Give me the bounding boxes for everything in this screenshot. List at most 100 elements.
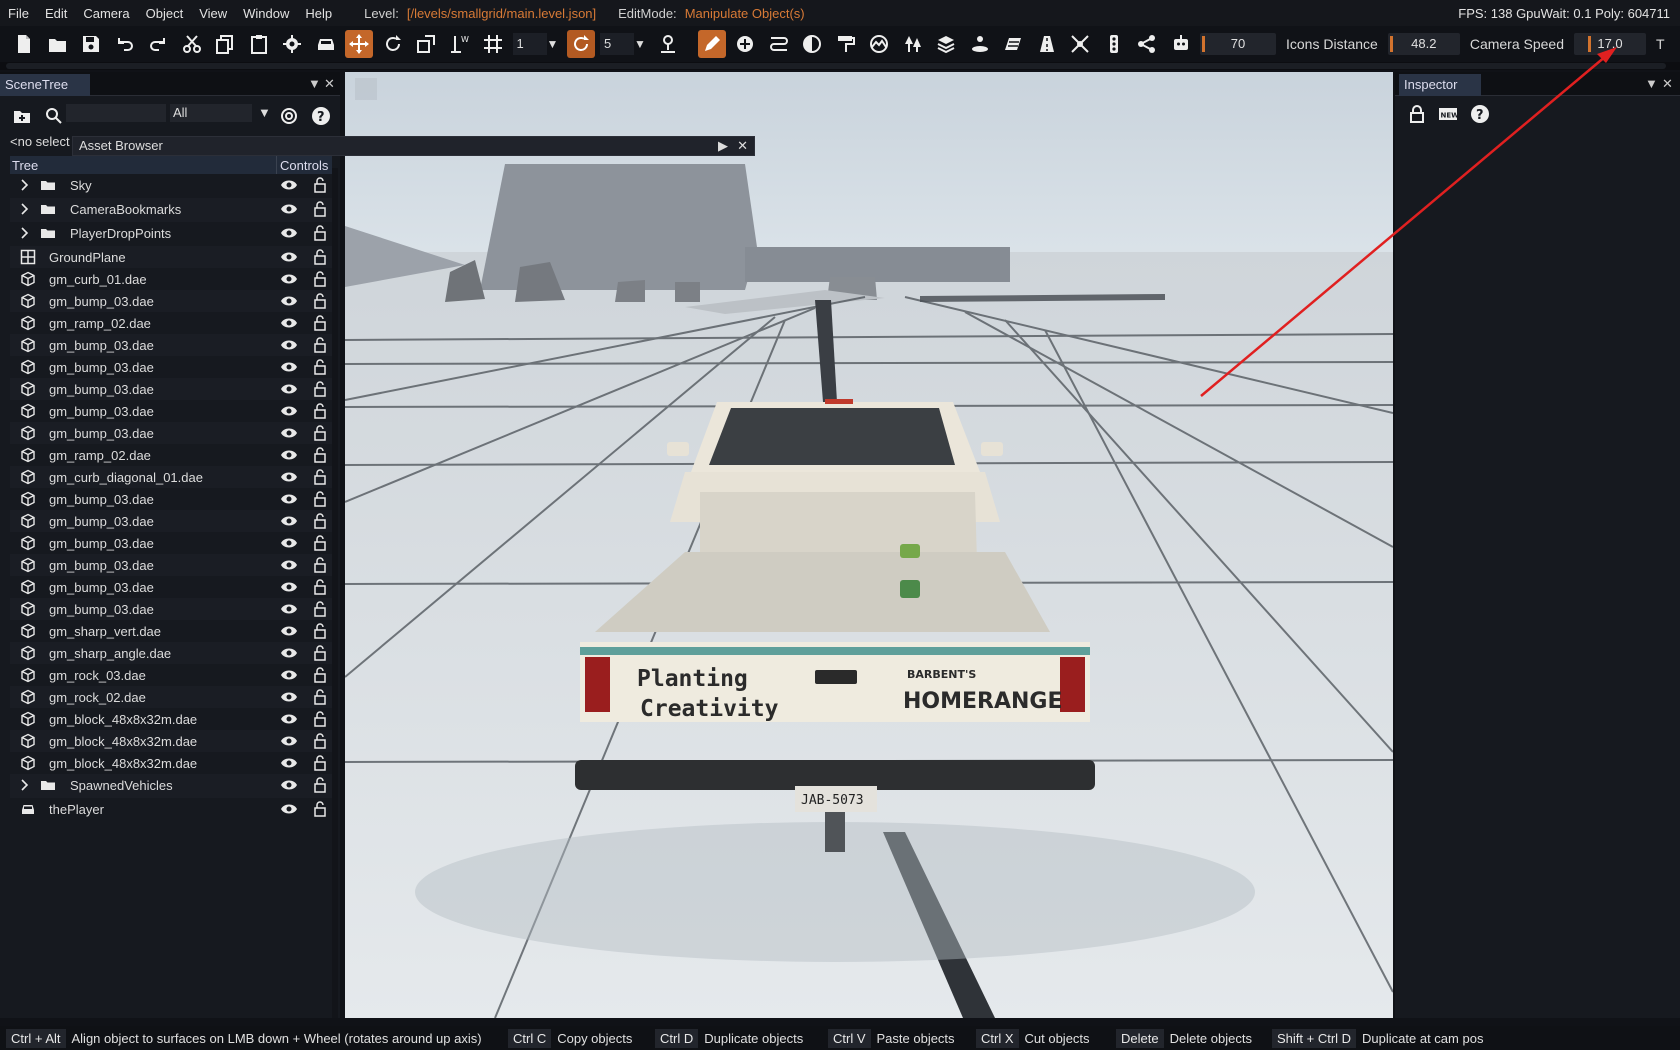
visibility-eye-icon[interactable]	[280, 779, 298, 791]
visibility-eye-icon[interactable]	[280, 803, 298, 815]
visibility-eye-icon[interactable]	[280, 515, 298, 527]
tree-row[interactable]: gm_curb_diagonal_01.dae	[10, 466, 332, 488]
tree-scrollbar[interactable]	[332, 168, 338, 1018]
tree-row[interactable]: gm_sharp_angle.dae	[10, 642, 332, 664]
lock-icon[interactable]	[314, 491, 326, 507]
lock-icon[interactable]	[314, 801, 326, 817]
visibility-eye-icon[interactable]	[280, 361, 298, 373]
tree-row[interactable]: gm_bump_03.dae	[10, 356, 332, 378]
filter-dropdown[interactable]: All ▼	[170, 104, 271, 122]
visibility-eye-icon[interactable]	[280, 603, 298, 615]
lock-icon[interactable]	[314, 557, 326, 573]
menu-edit[interactable]: Edit	[37, 6, 75, 21]
tree-row[interactable]: gm_bump_03.dae	[10, 378, 332, 400]
decal-icon[interactable]	[798, 30, 826, 58]
lock-icon[interactable]	[314, 359, 326, 375]
terrain-snap-icon[interactable]	[654, 30, 682, 58]
visibility-eye-icon[interactable]	[280, 227, 298, 239]
visibility-eye-icon[interactable]	[280, 427, 298, 439]
tree-row[interactable]: gm_bump_03.dae	[10, 400, 332, 422]
redo-icon[interactable]	[144, 30, 172, 58]
menu-file[interactable]: File	[0, 6, 37, 21]
pencil-edit-icon[interactable]	[697, 30, 726, 58]
tree-row[interactable]: gm_ramp_02.dae	[10, 444, 332, 466]
translate-tool-icon[interactable]	[345, 30, 373, 58]
visibility-eye-icon[interactable]	[280, 647, 298, 659]
share-nodes-icon[interactable]	[1133, 30, 1161, 58]
editmode-value[interactable]: Manipulate Object(s)	[685, 6, 805, 21]
add-object-icon[interactable]	[731, 30, 759, 58]
terrain-icon[interactable]	[865, 30, 893, 58]
tree-row[interactable]: gm_bump_03.dae	[10, 290, 332, 312]
panel-menu-icon[interactable]: ▼	[308, 76, 321, 91]
forest-icon[interactable]	[899, 30, 927, 58]
lock-icon[interactable]	[314, 689, 326, 705]
add-group-icon[interactable]	[12, 106, 32, 126]
new-file-icon[interactable]	[10, 30, 38, 58]
visibility-eye-icon[interactable]	[280, 179, 298, 191]
save-icon[interactable]	[77, 30, 105, 58]
visibility-eye-icon[interactable]	[280, 471, 298, 483]
lock-icon[interactable]	[314, 293, 326, 309]
tree-row[interactable]: gm_block_48x8x32m.dae	[10, 752, 332, 774]
tree-row[interactable]: gm_curb_01.dae	[10, 268, 332, 290]
mesh-road-icon[interactable]	[1033, 30, 1061, 58]
play-icon[interactable]: ▶	[718, 137, 728, 155]
tree-row[interactable]: gm_block_48x8x32m.dae	[10, 730, 332, 752]
inspector-tab[interactable]: Inspector	[1399, 74, 1481, 96]
visibility-eye-icon[interactable]	[280, 735, 298, 747]
terrain-paint-icon[interactable]	[999, 30, 1027, 58]
visibility-eye-icon[interactable]	[280, 625, 298, 637]
paint-roller-icon[interactable]	[832, 30, 860, 58]
visibility-eye-icon[interactable]	[280, 537, 298, 549]
lock-icon[interactable]	[314, 469, 326, 485]
spawn-point-icon[interactable]	[966, 30, 994, 58]
new-badge-icon[interactable]: NEW	[1438, 104, 1459, 124]
visibility-eye-icon[interactable]	[280, 713, 298, 725]
scale-tool-icon[interactable]	[412, 30, 440, 58]
undo-icon[interactable]	[111, 30, 139, 58]
navigation-icon[interactable]	[1066, 30, 1094, 58]
close-icon[interactable]: ✕	[737, 137, 748, 155]
vehicle-icon[interactable]	[312, 30, 340, 58]
rotate-tool-icon[interactable]	[379, 30, 407, 58]
tree-column-label[interactable]: Tree	[12, 158, 38, 173]
3d-viewport[interactable]: Planting Creativity BARBENT'S HOMERANGE …	[345, 72, 1393, 1018]
tree-row[interactable]: SpawnedVehicles	[10, 774, 332, 798]
lock-icon[interactable]	[1407, 104, 1427, 124]
cut-icon[interactable]	[178, 30, 206, 58]
tree-row[interactable]: Sky	[10, 174, 332, 198]
lock-icon[interactable]	[314, 271, 326, 287]
tree-row[interactable]: gm_bump_03.dae	[10, 554, 332, 576]
asset-browser-bar[interactable]: Asset Browser ▶ ✕	[72, 136, 755, 156]
open-folder-icon[interactable]	[44, 30, 72, 58]
lock-icon[interactable]	[314, 601, 326, 617]
close-icon[interactable]: ✕	[1662, 76, 1673, 92]
lock-icon[interactable]	[314, 337, 326, 353]
tree-row[interactable]: gm_bump_03.dae	[10, 576, 332, 598]
expand-chevron-icon[interactable]	[20, 226, 30, 240]
visibility-eye-icon[interactable]	[280, 757, 298, 769]
tree-row[interactable]: PlayerDropPoints	[10, 222, 332, 246]
lock-icon[interactable]	[314, 403, 326, 419]
scrollbar-thumb[interactable]	[6, 63, 1666, 69]
traffic-light-icon[interactable]	[1100, 30, 1128, 58]
tree-row[interactable]: gm_bump_03.dae	[10, 488, 332, 510]
lock-icon[interactable]	[314, 777, 326, 793]
lock-icon[interactable]	[314, 733, 326, 749]
lock-icon[interactable]	[314, 201, 326, 217]
chevron-down-icon[interactable]: ▼	[547, 37, 561, 51]
grid-size-value[interactable]: 1	[512, 33, 547, 55]
tree-row[interactable]: gm_bump_03.dae	[10, 510, 332, 532]
road-editor-icon[interactable]	[765, 30, 793, 58]
tree-row[interactable]: gm_bump_03.dae	[10, 334, 332, 356]
menu-help[interactable]: Help	[297, 6, 340, 21]
tree-row[interactable]: GroundPlane	[10, 246, 332, 268]
lock-icon[interactable]	[314, 225, 326, 241]
visibility-eye-icon[interactable]	[280, 317, 298, 329]
lock-icon[interactable]	[314, 177, 326, 193]
tree-row[interactable]: gm_rock_02.dae	[10, 686, 332, 708]
lock-icon[interactable]	[314, 535, 326, 551]
help-icon[interactable]: ?	[1470, 104, 1490, 124]
visibility-eye-icon[interactable]	[280, 669, 298, 681]
